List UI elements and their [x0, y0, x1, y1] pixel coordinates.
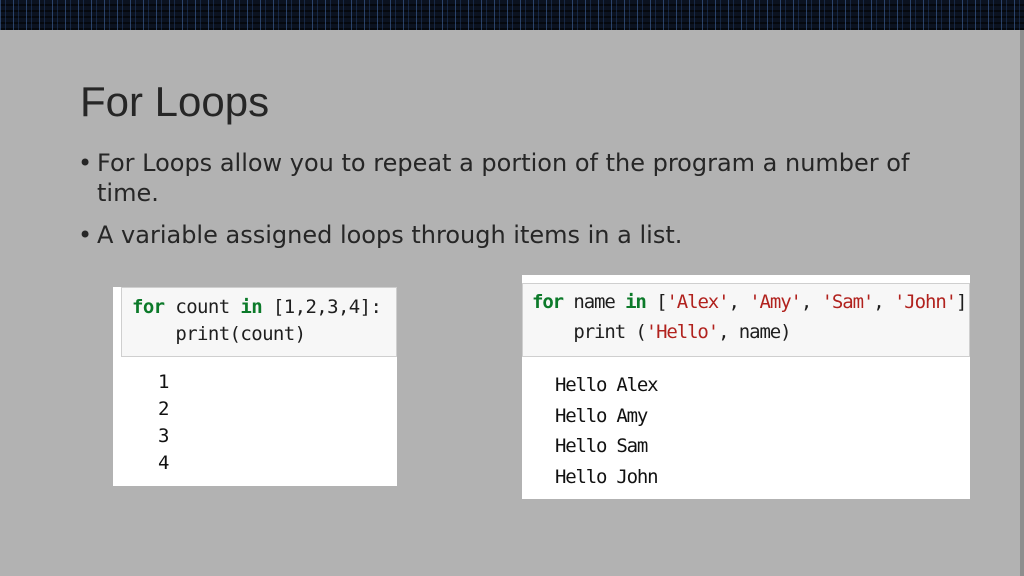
- keyword-for: for: [132, 296, 165, 318]
- list-separator: ,: [800, 291, 822, 313]
- slide-edge: [1020, 30, 1024, 576]
- loop-variable: name: [563, 291, 626, 313]
- string-literal: 'Sam': [821, 291, 875, 313]
- list-open: [: [645, 291, 667, 313]
- keyword-in: in: [625, 291, 647, 313]
- code-line-for: for count in [1,2,3,4]:: [132, 296, 382, 318]
- string-literal: 'Amy': [749, 291, 802, 313]
- list-separator: ,: [873, 291, 894, 313]
- print-call: print(count): [175, 323, 306, 345]
- bullet-list: For Loops allow you to repeat a portion …: [78, 148, 958, 262]
- code-output: Hello Alex Hello Amy Hello Sam Hello Joh…: [555, 370, 659, 492]
- string-literal: 'John': [893, 291, 957, 313]
- code-example-names: for name in ['Alex', 'Amy', 'Sam', 'John…: [522, 275, 970, 499]
- output-line: 2: [158, 398, 170, 420]
- output-line: 3: [158, 425, 170, 447]
- keyword-in: in: [240, 296, 263, 318]
- slide-title: For Loops: [80, 78, 270, 125]
- output-line: 4: [158, 452, 170, 474]
- code-example-numbers: for count in [1,2,3,4]: print(count) 1 2…: [113, 287, 397, 486]
- string-literal: 'Hello': [645, 321, 719, 343]
- code-line-print: print(count): [132, 323, 306, 345]
- code-line-print: print ('Hello', name): [532, 321, 791, 343]
- keyword-for: for: [532, 291, 564, 313]
- list-close: ]:: [956, 291, 970, 313]
- list-separator: ,: [728, 291, 750, 313]
- code-input-cell: for name in ['Alex', 'Amy', 'Sam', 'John…: [522, 283, 970, 357]
- code-line-for: for name in ['Alex', 'Amy', 'Sam', 'John…: [532, 291, 970, 313]
- decorative-header-band: [0, 0, 1024, 30]
- bullet-item: A variable assigned loops through items …: [78, 220, 958, 250]
- list-literal: [1,2,3,4]:: [262, 296, 382, 318]
- output-line: Hello Amy: [555, 404, 648, 427]
- code-input-cell: for count in [1,2,3,4]: print(count): [121, 287, 397, 357]
- output-line: 1: [158, 371, 170, 393]
- output-line: Hello Alex: [555, 374, 659, 396]
- code-output: 1 2 3 4: [158, 369, 169, 477]
- loop-variable: count: [164, 296, 241, 318]
- output-line: Hello Sam: [555, 435, 648, 457]
- print-function: print (: [573, 321, 646, 343]
- string-literal: 'Alex': [666, 291, 729, 313]
- print-args: , name): [718, 321, 791, 343]
- output-line: Hello John: [555, 465, 659, 488]
- bullet-item: For Loops allow you to repeat a portion …: [78, 148, 958, 208]
